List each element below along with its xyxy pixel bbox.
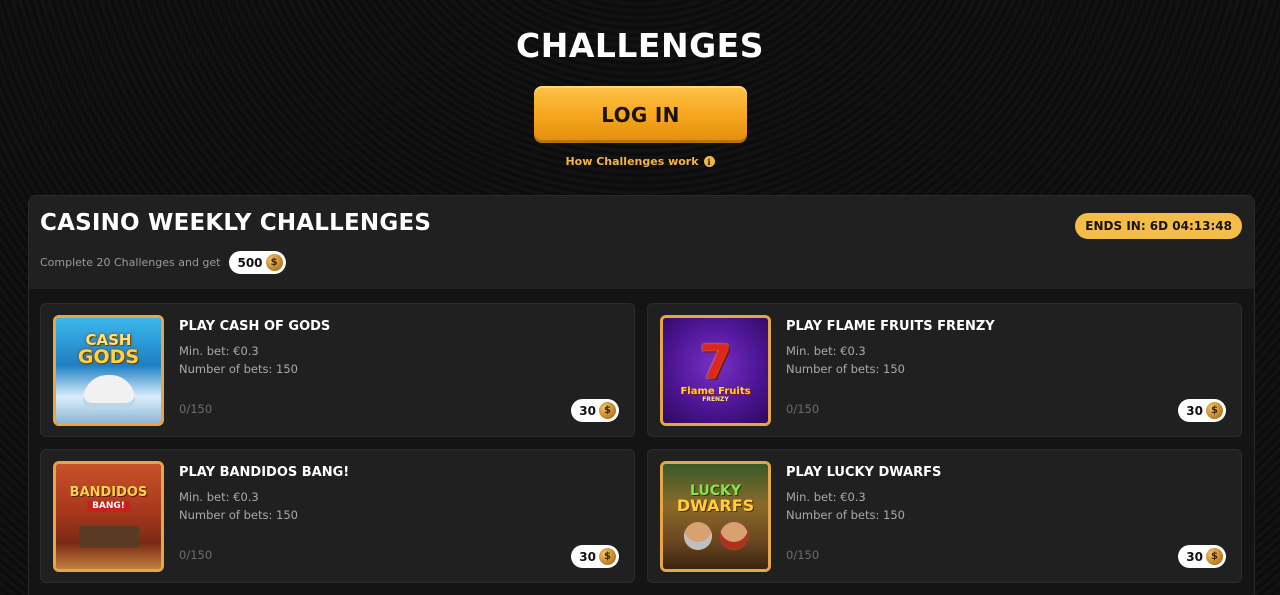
seven-symbol: 7 (699, 334, 732, 389)
challenge-card[interactable]: CASH GODS PLAY CASH OF GODS Min. bet: €0… (40, 303, 635, 437)
challenge-number-of-bets: Number of bets: 150 (179, 508, 298, 522)
thumb-logo-line2: GODS (77, 345, 140, 368)
challenge-number-of-bets: Number of bets: 150 (786, 362, 905, 376)
saloon-illustration (78, 525, 139, 548)
coin-icon: $ (599, 548, 616, 565)
total-reward-badge: 500 $ (229, 251, 286, 274)
thumb-logo-line2: FRENZY (702, 395, 729, 403)
ends-in-badge: ENDS IN: 6D 04:13:48 (1075, 213, 1242, 239)
challenge-title: PLAY BANDIDOS BANG! (179, 465, 350, 480)
game-thumbnail-bandidos-bang[interactable]: BANDIDOS BANG! (53, 461, 164, 572)
challenge-reward-badge: 30 $ (571, 399, 619, 422)
total-reward-amount: 500 (237, 255, 263, 270)
how-challenges-work-label: How Challenges work (565, 155, 699, 168)
panel-header: CASINO WEEKLY CHALLENGES Complete 20 Cha… (29, 196, 1254, 289)
weekly-challenges-panel: CASINO WEEKLY CHALLENGES Complete 20 Cha… (28, 195, 1255, 595)
coin-icon: $ (265, 254, 283, 271)
game-thumbnail-flame-fruits-frenzy[interactable]: 7 Flame Fruits FRENZY (660, 315, 771, 426)
game-thumbnail-cash-of-gods[interactable]: CASH GODS (53, 315, 164, 426)
challenge-reward-badge: 30 $ (1178, 399, 1226, 422)
challenge-progress: 0/150 (786, 402, 820, 416)
challenge-reward-amount: 30 (579, 403, 596, 418)
panel-subtitle-text: Complete 20 Challenges and get (40, 256, 221, 269)
challenge-reward-amount: 30 (579, 549, 596, 564)
challenge-title: PLAY CASH OF GODS (179, 319, 331, 334)
coin-icon: $ (599, 402, 616, 419)
challenge-number-of-bets: Number of bets: 150 (786, 508, 905, 522)
challenge-min-bet: Min. bet: €0.3 (786, 344, 866, 358)
challenge-card[interactable]: LUCKY DWARFS PLAY LUCKY DWARFS Min. bet:… (647, 449, 1242, 583)
thumb-logo-line1: Flame Fruits (680, 385, 751, 397)
info-icon: i (703, 156, 715, 167)
game-thumbnail-lucky-dwarfs[interactable]: LUCKY DWARFS (660, 461, 771, 572)
coin-icon: $ (1206, 402, 1223, 419)
challenge-reward-badge: 30 $ (1178, 545, 1226, 568)
challenge-reward-amount: 30 (1186, 549, 1203, 564)
challenge-min-bet: Min. bet: €0.3 (179, 490, 259, 504)
challenge-card[interactable]: BANDIDOS BANG! PLAY BANDIDOS BANG! Min. … (40, 449, 635, 583)
challenge-progress: 0/150 (179, 548, 213, 562)
panel-title: CASINO WEEKLY CHALLENGES (40, 210, 432, 236)
challenge-title: PLAY FLAME FRUITS FRENZY (786, 319, 995, 334)
challenge-number-of-bets: Number of bets: 150 (179, 362, 298, 376)
thumb-logo-line2: BANG! (87, 500, 130, 512)
dwarfs-illustration (683, 521, 748, 550)
challenge-card[interactable]: 7 Flame Fruits FRENZY PLAY FLAME FRUITS … (647, 303, 1242, 437)
challenge-cards-grid: CASH GODS PLAY CASH OF GODS Min. bet: €0… (29, 289, 1254, 595)
login-button[interactable]: LOG IN (534, 86, 747, 143)
challenge-progress: 0/150 (179, 402, 213, 416)
challenge-title: PLAY LUCKY DWARFS (786, 465, 942, 480)
thumb-logo-line1: BANDIDOS (69, 484, 148, 500)
coin-icon: $ (1206, 548, 1223, 565)
challenge-reward-amount: 30 (1186, 403, 1203, 418)
challenge-progress: 0/150 (786, 548, 820, 562)
god-illustration (82, 374, 135, 409)
challenge-min-bet: Min. bet: €0.3 (786, 490, 866, 504)
thumb-logo-line2: DWARFS (676, 495, 755, 515)
how-challenges-work-link[interactable]: How Challenges work i (0, 155, 1280, 168)
challenge-min-bet: Min. bet: €0.3 (179, 344, 259, 358)
panel-subtitle: Complete 20 Challenges and get 500 $ (40, 251, 286, 274)
challenge-reward-badge: 30 $ (571, 545, 619, 568)
page-title: CHALLENGES (516, 26, 764, 65)
